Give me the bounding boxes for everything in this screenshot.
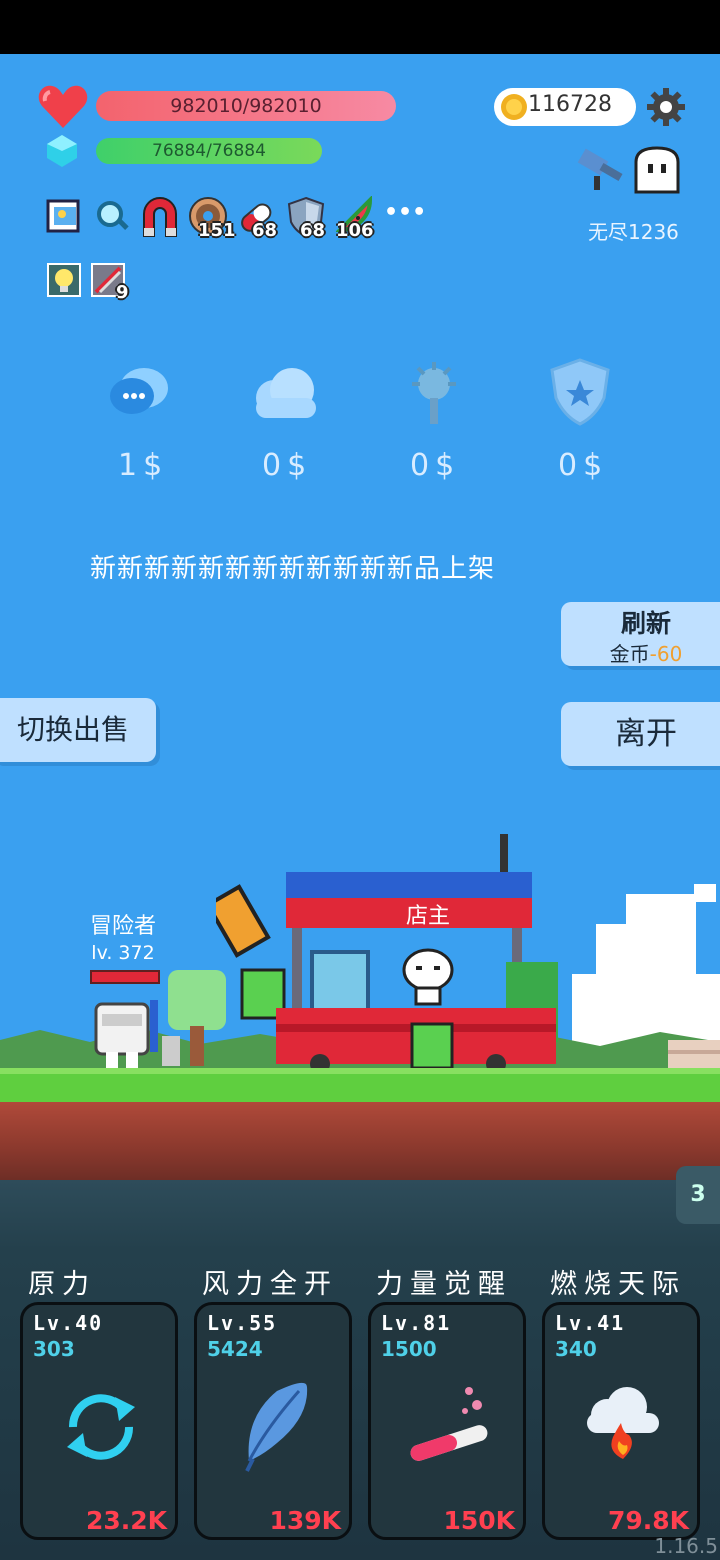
player-hp-bar — [90, 970, 160, 984]
skill-cost: 23.2K — [85, 1506, 167, 1535]
skill-name: 力量觉醒 — [376, 1269, 512, 1300]
skill-value: 303 — [33, 1337, 75, 1361]
hp-bar: 982010/982010 — [96, 91, 396, 121]
skill-name: 原力 — [28, 1269, 96, 1300]
switch-sell-button[interactable]: 切换出售 — [0, 698, 156, 762]
skill-value: 1500 — [381, 1337, 437, 1361]
feather-icon — [237, 1377, 313, 1477]
fire-cloud-icon — [583, 1385, 663, 1465]
status-bar — [0, 0, 720, 54]
mp-bar: 76884/76884 — [96, 138, 322, 164]
shopkeeper-avatar — [402, 948, 454, 1010]
player-name: 冒险者 — [89, 914, 156, 939]
pill-count: 68 — [252, 220, 278, 241]
skill-level: Lv.41 — [555, 1311, 626, 1335]
skill-card-wind[interactable]: Lv.55 5424 139K — [194, 1302, 352, 1540]
chat-bubble-icon[interactable] — [106, 360, 172, 428]
shopkeeper-label: 店主 — [405, 904, 450, 929]
refresh-cost-label: 金币 — [609, 642, 650, 666]
potion-tube-icon — [403, 1381, 497, 1475]
shop-item-price: 1$ — [118, 448, 169, 483]
shop-cart[interactable] — [205, 832, 580, 1076]
settings-gear-icon[interactable] — [646, 87, 686, 131]
coin-icon — [500, 93, 528, 125]
skill-value: 340 — [555, 1337, 597, 1361]
spiked-mace-icon[interactable] — [404, 362, 464, 432]
leave-button[interactable]: 离开 — [561, 702, 720, 766]
version-label: 1.16.5 — [654, 1534, 718, 1558]
magnifier-icon[interactable] — [94, 198, 132, 236]
skill-card-power[interactable]: Lv.81 1500 150K — [368, 1302, 526, 1540]
coin-value: 116728 — [528, 92, 612, 117]
shop-banner: 新新新新新新新新新新新新品上架 — [90, 554, 496, 584]
ground-grass — [0, 1068, 720, 1102]
skill-cost: 79.8K — [607, 1506, 689, 1535]
ghost-pet-icon[interactable] — [632, 146, 682, 198]
player-level: lv. 372 — [91, 942, 155, 964]
donut-count: 151 — [198, 220, 236, 241]
skill-level: Lv.40 — [33, 1311, 104, 1335]
skill-value: 5424 — [207, 1337, 263, 1361]
shop-item-price: 0$ — [558, 448, 609, 483]
mana-crystal-icon — [46, 134, 78, 172]
star-shield-icon[interactable] — [548, 358, 614, 432]
magnet-icon[interactable] — [140, 196, 178, 237]
shop-item-price: 0$ — [262, 448, 313, 483]
shop-item-price: 0$ — [410, 448, 461, 483]
player-knight[interactable] — [92, 996, 182, 1076]
heart-icon — [38, 84, 88, 134]
pickaxe-icon[interactable] — [576, 146, 630, 196]
crystal-card-count: 9 — [116, 282, 129, 303]
endless-level: 无尽1236 — [588, 220, 679, 244]
skill-card-force[interactable]: Lv.40 303 23.2K — [20, 1302, 178, 1540]
refresh-button[interactable]: 刷新 金币-60 — [561, 602, 720, 666]
skill-level: Lv.81 — [381, 1311, 452, 1335]
skill-name: 风力全开 — [202, 1269, 338, 1300]
skill-level: Lv.55 — [207, 1311, 278, 1335]
ground-dirt — [0, 1102, 720, 1180]
skill-cost: 139K — [269, 1506, 341, 1535]
refresh-title: 刷新 — [620, 609, 671, 638]
shield-count: 68 — [300, 220, 326, 241]
refresh-cycle-icon — [59, 1385, 143, 1473]
lightbulb-icon[interactable] — [46, 262, 84, 300]
skill-card-burn[interactable]: Lv.41 340 79.8K — [542, 1302, 700, 1540]
watermelon-count: 106 — [336, 220, 374, 241]
skill-name: 燃烧天际 — [550, 1269, 686, 1300]
side-tab[interactable]: 3 — [676, 1166, 720, 1224]
more-buffs-icon[interactable]: ••• — [384, 200, 426, 225]
cloud-icon[interactable] — [250, 364, 322, 428]
refresh-cost-value: -60 — [649, 642, 683, 666]
skill-cost: 150K — [443, 1506, 515, 1535]
photo-card-icon[interactable] — [46, 198, 84, 236]
